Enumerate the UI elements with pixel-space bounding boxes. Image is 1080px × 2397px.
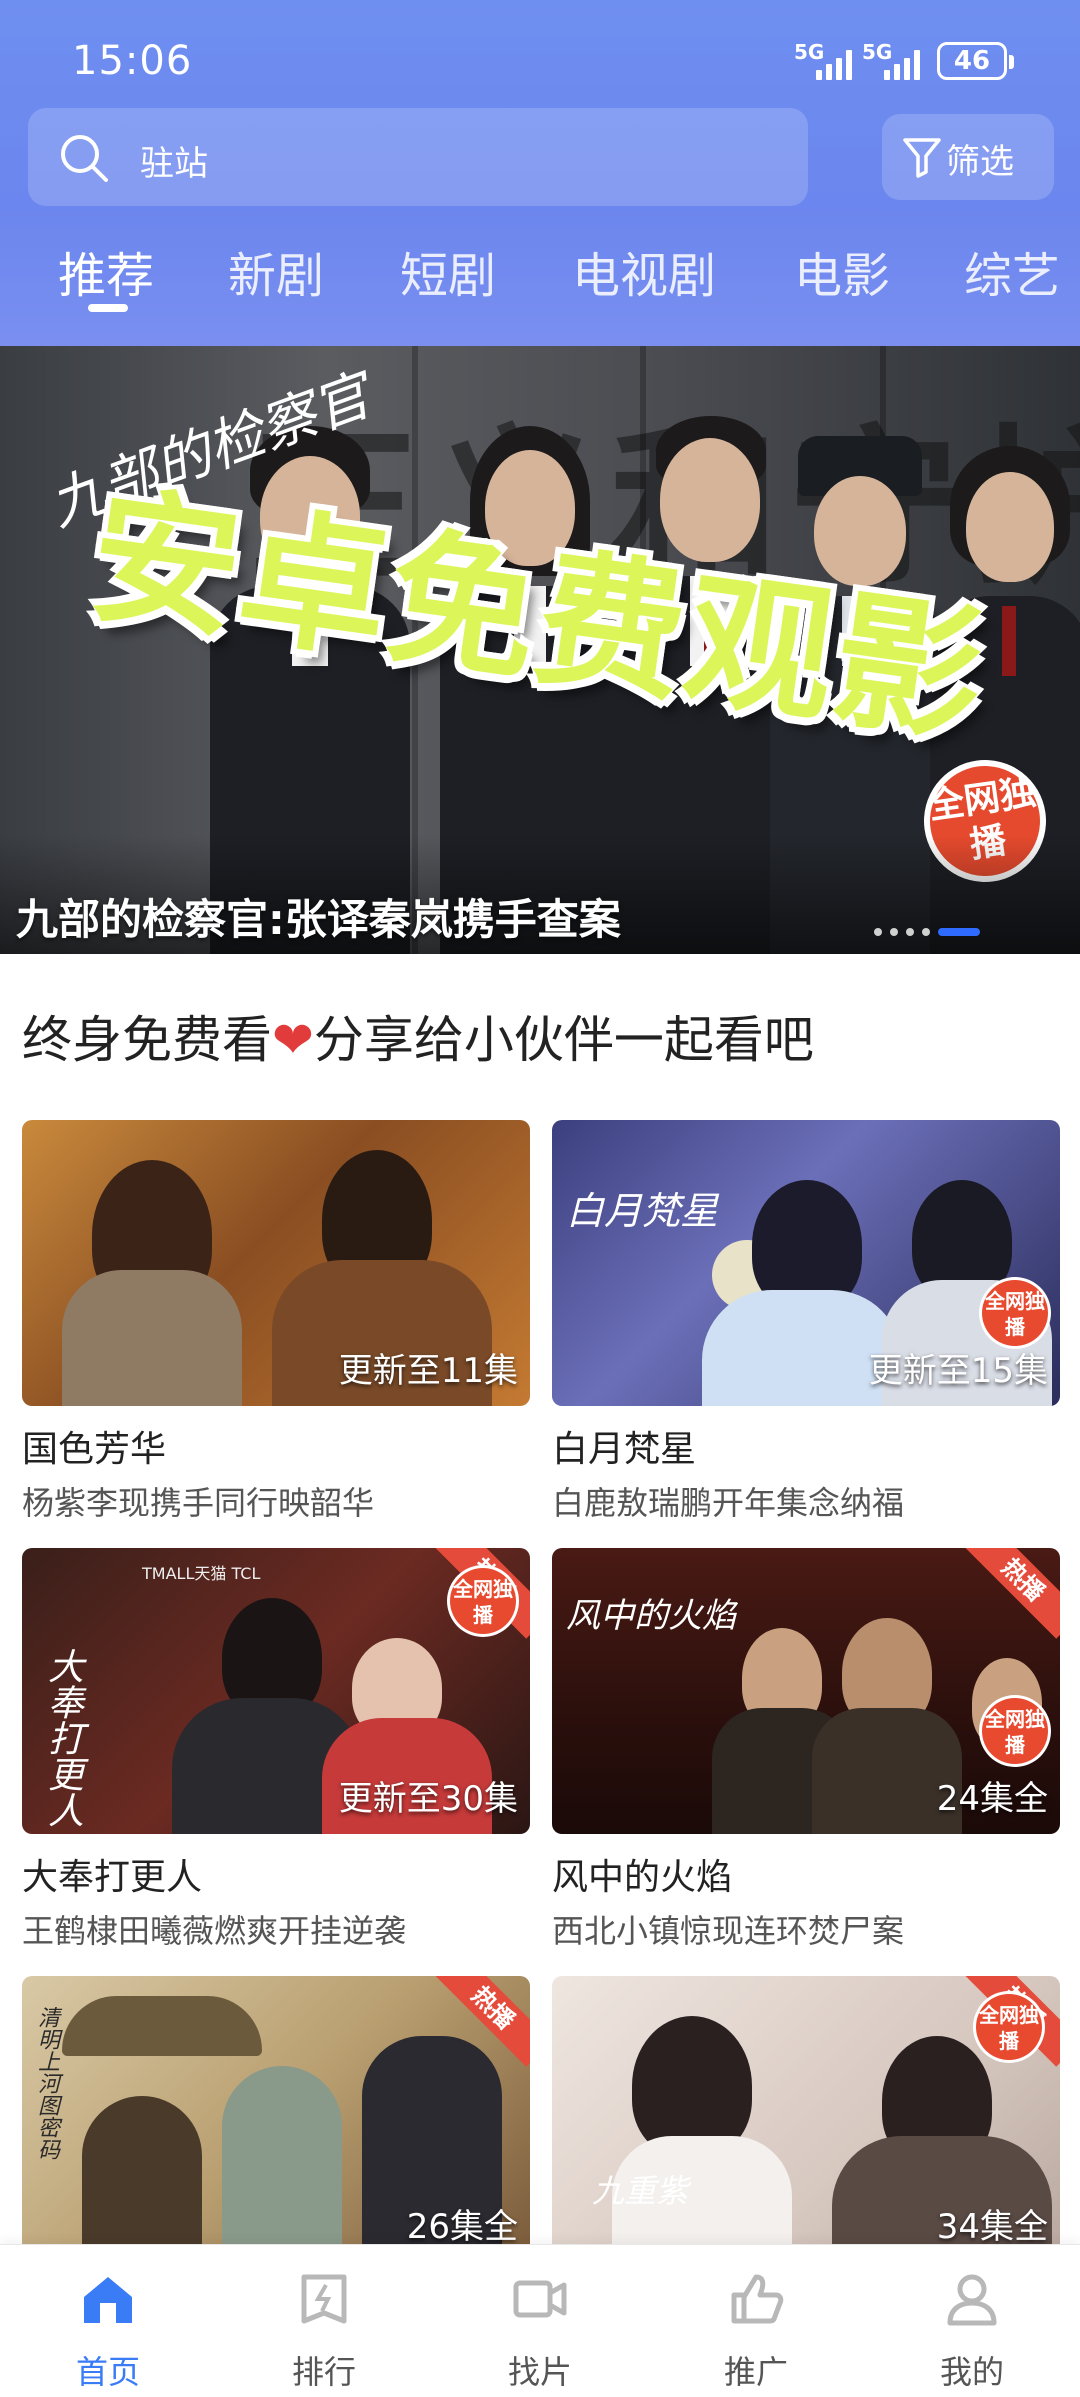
pagination-dot [874,928,882,936]
show-subtitle: 王鹤棣田曦薇燃爽开挂逆袭 [22,1912,407,1950]
show-subtitle: 白鹿敖瑞鹏开年集念纳福 [552,1484,905,1522]
show-title: 大奉打更人 [22,1857,203,1898]
episode-count: 更新至11集 [338,1351,518,1391]
show-poster[interactable]: 更新至11集 [22,1120,530,1406]
tab-tv-series[interactable]: 电视剧 [572,236,716,306]
tab-movie[interactable]: 电影 [794,236,890,306]
episode-count: 24集全 [936,1779,1048,1819]
battery-icon: 46 [937,42,1014,80]
show-subtitle: 西北小镇惊现连环焚尸案 [552,1912,905,1950]
poster-sponsors: TMALL天猫 TCL [142,1564,261,1583]
show-title: 国色芳华 [22,1429,167,1470]
show-subtitle: 杨紫李现携手同行映韶华 [22,1484,375,1522]
tab-variety[interactable]: 综艺 [964,236,1060,306]
nav-promote[interactable]: 推广 [648,2245,864,2397]
exclusive-seal: 全网独播 [976,1994,1042,2060]
nav-home[interactable]: 首页 [0,2245,216,2397]
pagination-dot [890,928,898,936]
home-icon [84,2277,132,2323]
bottom-navigation: 首页 排行 找片 推广 我的 [0,2244,1080,2397]
filter-icon [903,138,941,178]
video-camera-icon [513,2280,567,2318]
hero-banner[interactable]: 正义和守护 九部的检察官 安卓免费观影 全网独播 九部的检察官:张译秦岚携手查案 [0,346,1080,954]
filter-label: 筛选 [946,142,1014,182]
search-text: 驻站 [140,144,208,184]
status-time: 15:06 [72,38,193,84]
poster-logo: 白月梵星 [566,1189,719,1233]
user-icon [947,2274,997,2326]
thumbs-up-icon [731,2274,784,2324]
pagination-dot [906,928,914,936]
tab-indicator [88,304,128,312]
nav-profile[interactable]: 我的 [864,2245,1080,2397]
search-icon [61,135,108,182]
ranking-icon [301,2274,347,2324]
show-poster[interactable]: 清明上河图密码 热播 26集全 [22,1976,530,2262]
tab-recommend[interactable]: 推荐 [58,236,154,306]
show-card[interactable]: 白月梵星 全网独播 更新至15集 白月梵星 白鹿敖瑞鹏开年集念纳福 [552,1120,1060,1524]
show-title: 风中的火焰 [552,1857,733,1898]
share-promo-text: 终身免费看❤分享给小伙伴一起看吧 [22,1011,814,1069]
signal-5g-icon: 5G [794,40,860,84]
exclusive-seal: 全网独播 [982,1280,1048,1346]
tab-short-drama[interactable]: 短剧 [400,236,496,306]
poster-logo: 风中的火焰 [566,1596,736,1636]
banner-pagination [874,928,980,936]
hot-badge: 热播 [964,1548,1060,1639]
tab-new-drama[interactable]: 新剧 [228,236,324,306]
status-bar: 15:06 5G 5G 46 [0,0,1080,110]
episode-count: 更新至15集 [868,1351,1048,1391]
show-card[interactable]: 风中的火焰 热播 全网独播 24集全 风中的火焰 西北小镇惊现连环焚尸案 [552,1548,1060,1952]
show-card[interactable]: 清明上河图密码 热播 26集全 [22,1976,530,2262]
episode-count: 26集全 [406,2207,518,2247]
nav-find-videos[interactable]: 找片 [432,2245,648,2397]
exclusive-seal: 全网独播 [982,1698,1048,1764]
episode-count: 34集全 [936,2207,1048,2247]
filter-button[interactable]: 筛选 [882,114,1054,200]
show-poster[interactable]: 风中的火焰 热播 全网独播 24集全 [552,1548,1060,1834]
show-card[interactable]: 九重紫 热播 全网独播 34集全 [552,1976,1060,2262]
banner-caption: 九部的检察官:张译秦岚携手查案 [16,895,621,944]
poster-logo: 大奉打更人 [42,1648,83,1828]
nav-ranking[interactable]: 排行 [216,2245,432,2397]
show-poster[interactable]: 九重紫 热播 全网独播 34集全 [552,1976,1060,2262]
show-card[interactable]: TMALL天猫 TCL 大奉打更人 热播 全网独播 更新至30集 大奉打更人 王… [22,1548,530,1952]
signal-5g-icon: 5G [862,40,928,84]
show-poster[interactable]: TMALL天猫 TCL 大奉打更人 热播 全网独播 更新至30集 [22,1548,530,1834]
episode-count: 更新至30集 [338,1779,518,1819]
show-poster[interactable]: 白月梵星 全网独播 更新至15集 [552,1120,1060,1406]
search-input[interactable]: 驻站 [28,108,808,206]
poster-logo: 清明上河图密码 [34,2006,59,2160]
exclusive-seal: 全网独播 [450,1568,516,1634]
header: 15:06 5G 5G 46 驻站 筛选 推荐 新剧 短剧 电视剧 电影 综艺 [0,0,1080,346]
pagination-dot-active [938,928,980,936]
show-title: 白月梵星 [552,1429,697,1470]
category-tabs: 推荐 新剧 短剧 电视剧 电影 综艺 [0,228,1080,328]
show-card[interactable]: 更新至11集 国色芳华 杨紫李现携手同行映韶华 [22,1120,530,1524]
pagination-dot [922,928,930,936]
heart-icon: ❤ [272,1011,314,1069]
poster-logo: 九重紫 [592,2172,689,2210]
